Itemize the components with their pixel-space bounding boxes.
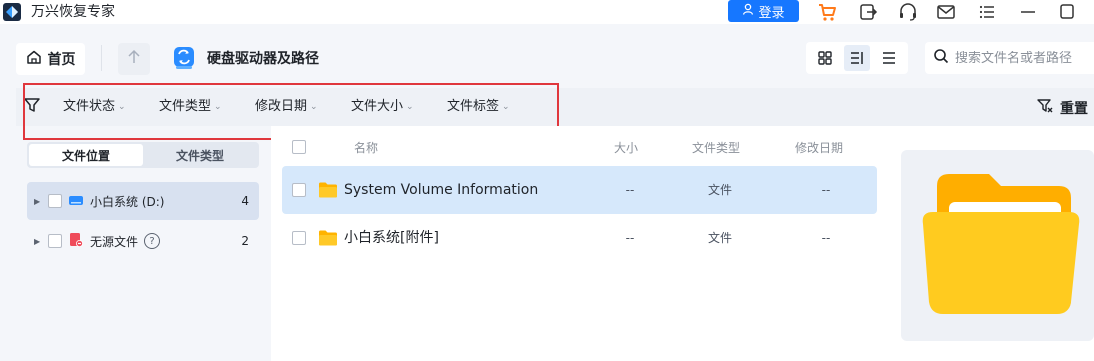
table-row[interactable]: 小白系统[附件] -- 文件 -- [282,214,877,262]
arrow-up-icon [127,49,141,69]
checkbox[interactable] [48,234,62,248]
filter-file-size[interactable]: 文件大小 ⌄ [351,98,414,116]
toolbar-divider [101,45,102,71]
search-icon [933,48,949,68]
filter-label: 文件大小 [351,99,404,114]
menu-icon[interactable] [976,1,998,23]
search-input[interactable] [955,50,1090,66]
hard-drive-icon [171,45,197,71]
checkbox[interactable] [292,231,306,245]
tab-file-type[interactable]: 文件类型 [143,144,257,166]
file-type: 文件 [707,183,733,197]
up-level-button[interactable] [118,43,150,75]
checkbox[interactable] [292,183,306,197]
file-name: System Volume Information [344,182,539,198]
folder-icon [318,229,338,251]
tab-file-location[interactable]: 文件位置 [29,144,143,166]
filter-label: 文件状态 [63,99,116,114]
minimize-icon[interactable] [1017,1,1039,23]
title-bar [0,0,1094,24]
location-title: 硬盘驱动器及路径 [207,51,319,67]
chevron-down-icon: ⌄ [502,102,510,112]
tree-item-drive-d[interactable]: ▶ 小白系统 (D:) 4 [27,182,259,220]
reset-label: 重置 [1060,101,1088,117]
user-icon [742,3,754,19]
reset-filters-button[interactable]: 重置 [1036,97,1088,119]
filter-file-status[interactable]: 文件状态 ⌄ [63,98,126,116]
filter-modified-date[interactable]: 修改日期 ⌄ [255,98,318,116]
tree-item-label: 小白系统 (D:) [90,194,165,209]
app-title: 万兴恢复专家 [31,4,115,20]
cart-icon[interactable] [816,1,838,23]
app-logo-icon [2,2,22,22]
table-row[interactable]: System Volume Information -- 文件 -- [282,166,877,214]
large-folder-icon [922,174,1080,314]
file-size: -- [625,183,635,197]
home-label: 首页 [47,52,76,68]
headset-icon[interactable] [897,1,919,23]
home-icon [26,49,42,69]
view-mode-switch [806,42,908,74]
help-icon[interactable]: ? [144,233,161,249]
drive-icon [68,193,84,210]
column-header-size[interactable]: 大小 [614,140,638,156]
filter-label: 修改日期 [255,99,308,114]
file-size: -- [625,231,635,245]
preview-card [901,150,1094,341]
export-icon[interactable] [857,1,879,23]
list-view-icon[interactable] [876,45,902,71]
chevron-down-icon: ⌄ [118,102,126,112]
filter-file-tag[interactable]: 文件标签 ⌄ [447,98,510,116]
column-header-name[interactable]: 名称 [354,140,378,156]
tree-item-lost-files[interactable]: ▶ 无源文件 ? 2 [27,222,259,260]
search-box [925,42,1094,74]
chevron-down-icon: ⌄ [214,102,222,112]
filter-icon [23,96,41,114]
column-header-type[interactable]: 文件类型 [692,140,740,156]
home-button[interactable]: 首页 [16,43,85,75]
filter-label: 文件标签 [447,99,500,114]
file-name: 小白系统[附件] [344,230,439,246]
clear-filter-icon [1036,97,1054,119]
checkbox[interactable] [48,194,62,208]
grid-view-icon[interactable] [812,45,838,71]
filter-label: 文件类型 [159,99,212,114]
select-all-checkbox[interactable] [292,140,306,154]
lost-file-icon [68,232,84,251]
login-label: 登录 [758,5,785,21]
detail-view-icon[interactable] [844,45,870,71]
chevron-down-icon: ⌄ [406,102,414,112]
location-type-switch: 文件位置 文件类型 [27,142,259,168]
file-modified: -- [821,231,831,245]
file-modified: -- [821,183,831,197]
folder-icon [318,181,338,203]
tree-item-count: 4 [241,194,249,208]
caret-right-icon[interactable]: ▶ [34,237,42,246]
login-button[interactable]: 登录 [728,0,799,22]
filter-file-type[interactable]: 文件类型 ⌄ [159,98,222,116]
tree-item-count: 2 [241,234,249,248]
caret-right-icon[interactable]: ▶ [34,197,42,206]
mail-icon[interactable] [935,1,957,23]
chevron-down-icon: ⌄ [310,102,318,112]
file-type: 文件 [707,231,733,245]
tree-item-label: 无源文件 [90,234,139,249]
column-header-modified[interactable]: 修改日期 [795,140,843,156]
maximize-icon[interactable] [1056,1,1078,23]
